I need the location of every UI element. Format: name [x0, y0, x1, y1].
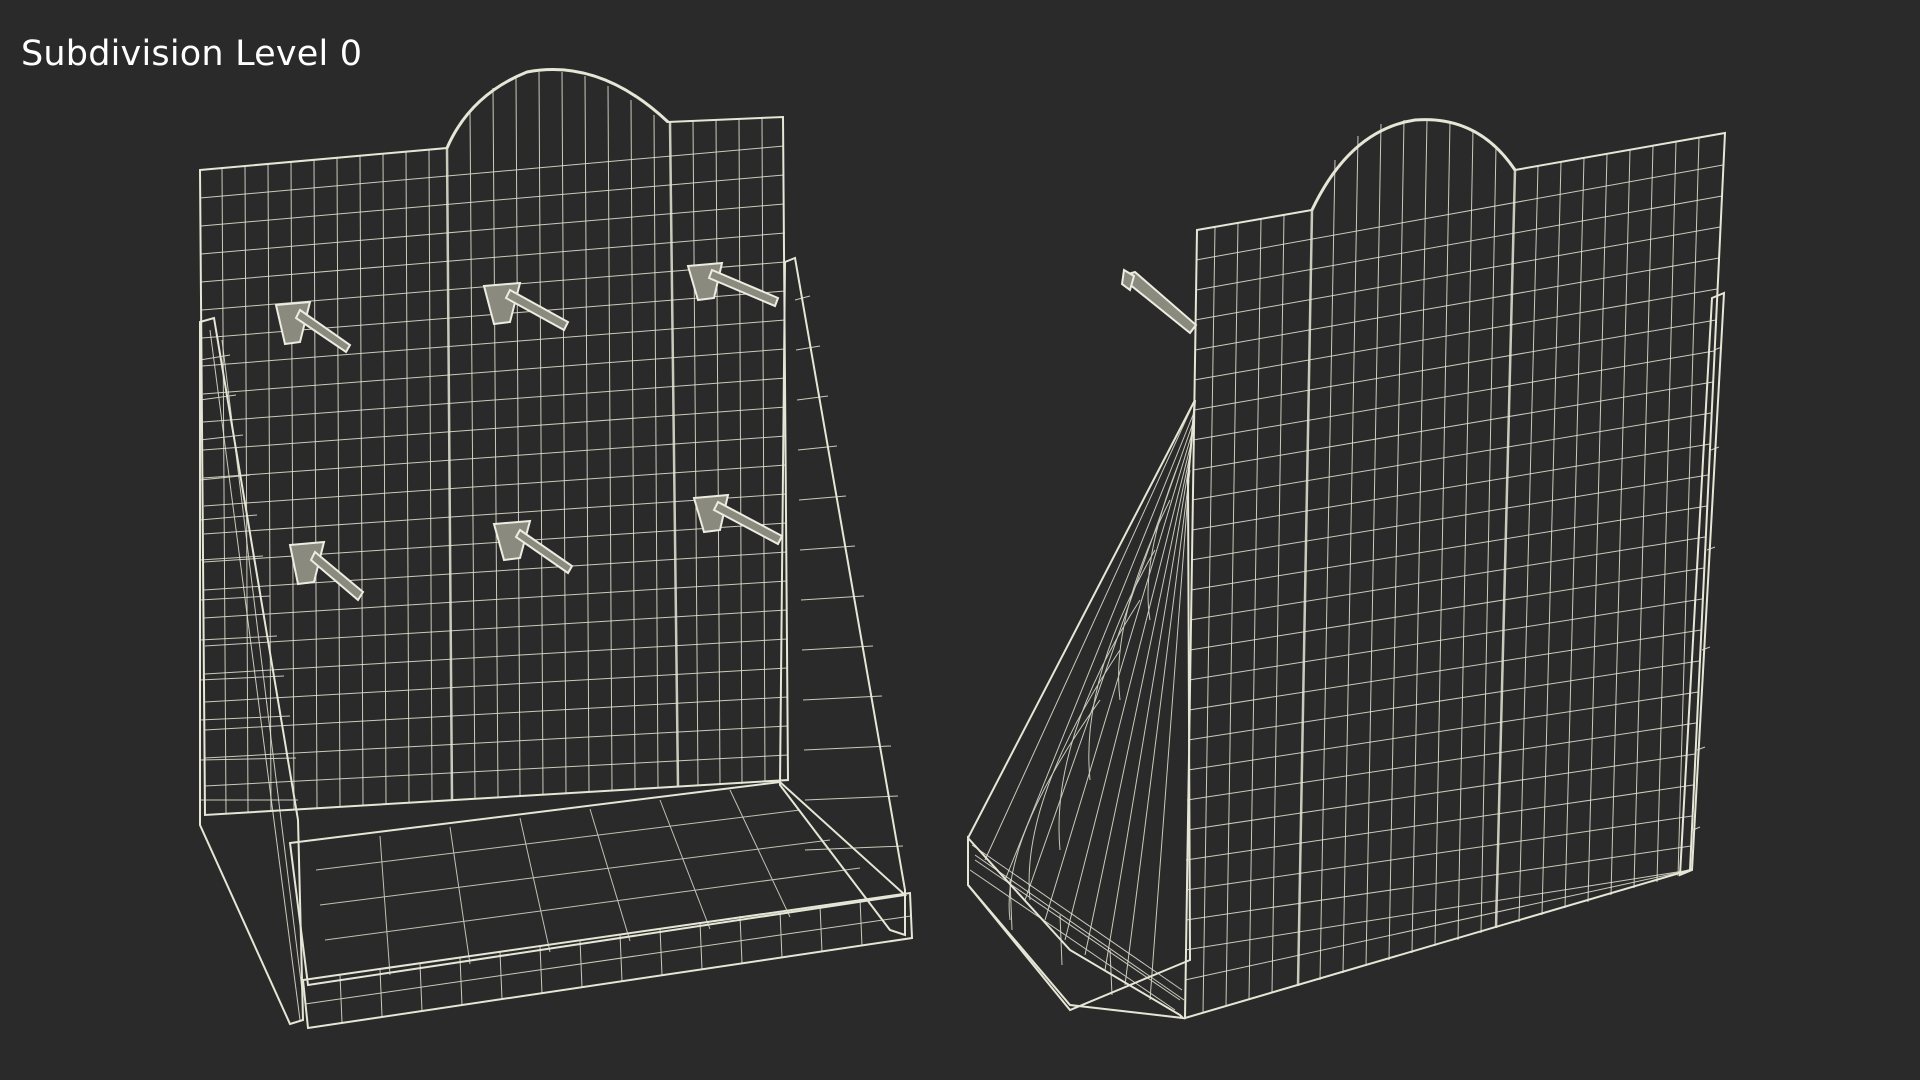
right-curved-side	[967, 399, 1196, 1012]
hook-4	[288, 540, 365, 602]
hook-5	[492, 519, 574, 575]
hook-2	[482, 281, 570, 332]
right-display-model	[967, 118, 1727, 1020]
render-scene	[198, 68, 1727, 1030]
hook-6	[692, 493, 784, 546]
viewport: Subdivision Level 0	[0, 0, 1920, 1080]
right-back-panel	[1183, 118, 1727, 1020]
left-floor	[288, 780, 908, 987]
right-hook	[1120, 268, 1198, 335]
hook-3	[686, 261, 780, 308]
left-side-wall-right	[778, 256, 906, 937]
left-hooks	[274, 261, 784, 602]
left-display-model	[198, 68, 914, 1030]
